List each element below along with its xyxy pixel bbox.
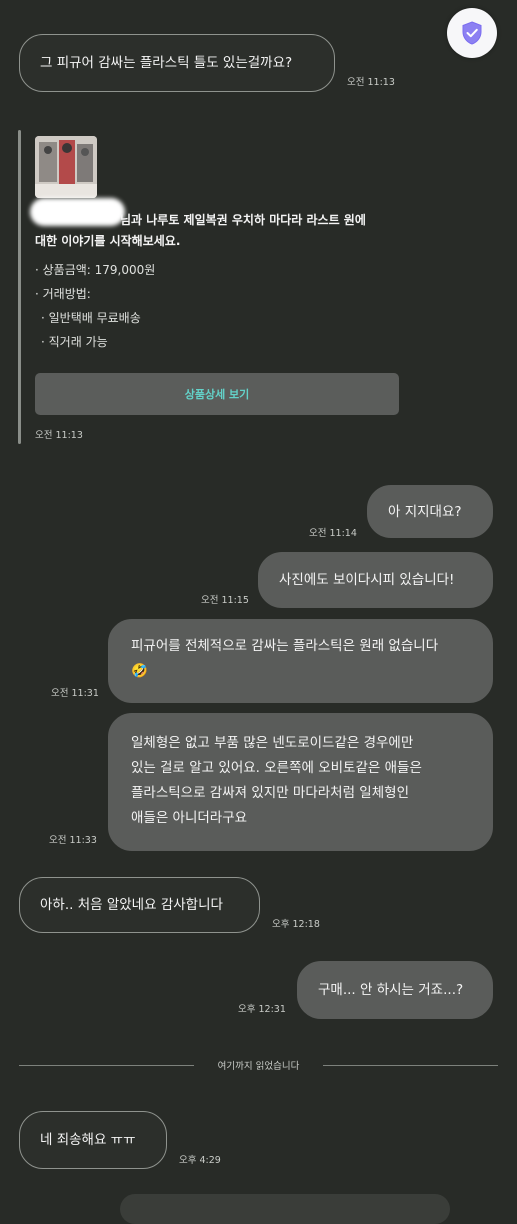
message-text: 아 지지대요? [388,503,462,520]
product-detail-button[interactable]: 상품상세 보기 [35,373,399,415]
message-time: 오후 12:18 [272,919,320,930]
message-time: 오전 11:14 [309,528,357,539]
product-thumbnail[interactable] [35,136,97,198]
message-text: 사진에도 보이다시피 있습니다! [279,572,455,588]
received-message: 네 죄송해요 ㅠㅠ [19,1111,167,1169]
read-divider-line [323,1065,498,1066]
message-input-bar[interactable] [120,1194,450,1224]
sent-message: 아 지지대요? [367,485,493,538]
card-title-line: 님과 나루토 제일복권 우치하 마다라 라스트 원에 [120,213,366,227]
sent-message: 피규어를 전체적으로 감싸는 플라스틱은 원래 없습니다 🤣 [108,619,493,703]
sent-message: 일체형은 없고 부품 많은 넨도로이드같은 경우에만 있는 걸로 알고 있어요.… [108,713,493,851]
message-text-line: 피규어를 전체적으로 감싸는 플라스틱은 원래 없습니다 [131,638,439,654]
message-text-line: 🤣 [131,663,148,679]
message-text-line: 일체형은 없고 부품 많은 넨도로이드같은 경우에만 [131,735,414,751]
safety-shield-button[interactable] [447,8,497,58]
card-title: 님과 나루토 제일복권 우치하 마다라 라스트 원에 대한 이야기를 시작해보세… [35,210,405,252]
received-message: 아하.. 처음 알았네요 감사합니다 [19,877,260,933]
card-method-label: · 거래방법: [35,287,91,301]
message-time: 오후 12:31 [238,1004,286,1015]
message-text: 네 죄송해요 ㅠㅠ [40,1132,136,1148]
message-text: 구매... 안 하시는 거죠...? [318,982,464,998]
message-text: 그 피규어 감싸는 플라스틱 틀도 있는걸까요? [40,55,293,71]
message-time: 오전 11:13 [35,430,83,441]
received-message: 그 피규어 감싸는 플라스틱 틀도 있는걸까요? [19,34,335,92]
message-text-line: 플라스틱으로 감싸져 있지만 마다라처럼 일체형인 [131,785,409,801]
message-time: 오전 11:31 [51,688,99,699]
message-time: 오후 4:29 [179,1155,221,1166]
sent-message: 구매... 안 하시는 거죠...? [297,961,493,1019]
message-time: 오전 11:33 [49,835,97,846]
message-text-line: 애들은 아니더라구요 [131,810,248,826]
card-title-line: 대한 이야기를 시작해보세요. [35,234,181,248]
message-time: 오전 11:13 [347,77,395,88]
message-time: 오전 11:15 [201,595,249,606]
message-text-line: 있는 걸로 알고 있어요. 오른쪽에 오비토같은 애들은 [131,760,422,776]
card-method-item: · 일반택배 무료배송 [41,311,141,325]
sent-message: 사진에도 보이다시피 있습니다! [258,552,493,608]
message-text: 아하.. 처음 알았네요 감사합니다 [40,897,223,913]
shield-check-icon [462,21,482,45]
card-price: · 상품금액: 179,000원 [35,263,156,277]
card-accent-bar [18,130,21,444]
card-method-item: · 직거래 가능 [41,335,108,349]
